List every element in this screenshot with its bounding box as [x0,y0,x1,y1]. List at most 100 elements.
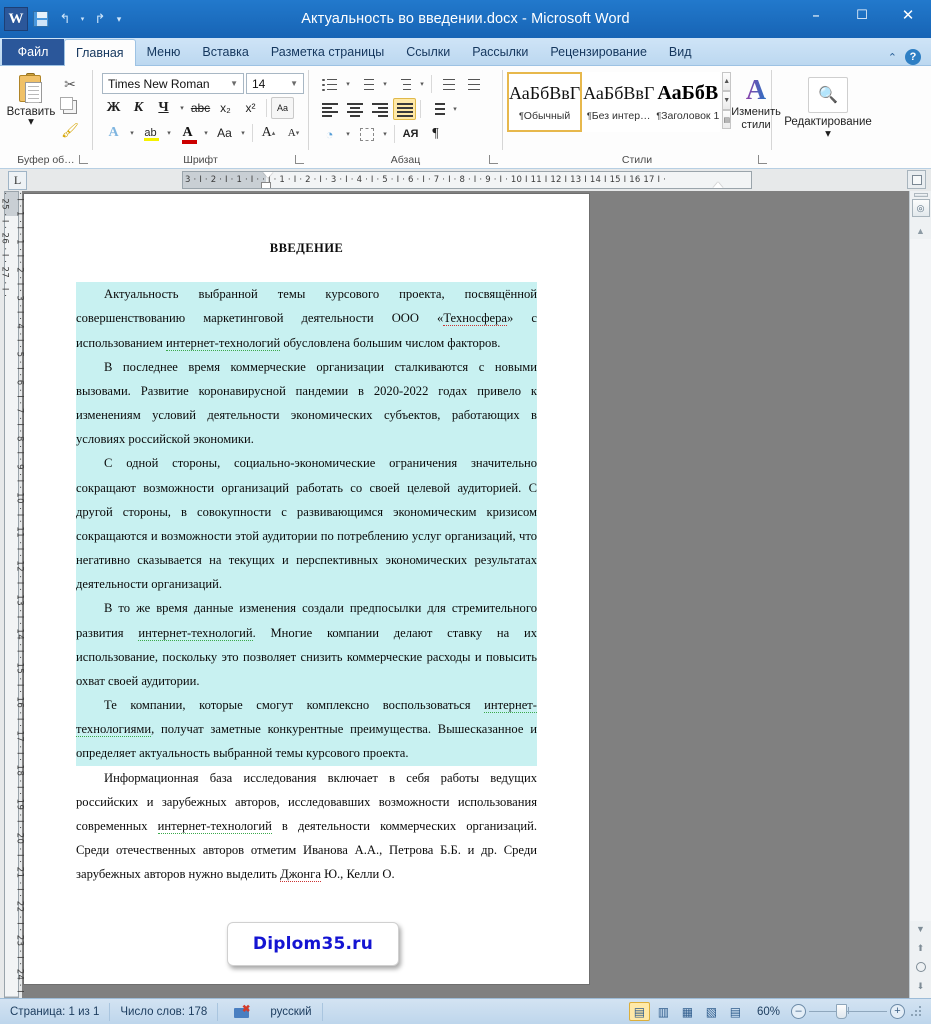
view-outline-button[interactable]: ▧ [701,1002,722,1021]
save-button[interactable] [30,8,52,30]
change-case-button[interactable]: Aa [213,122,236,144]
word-logo-icon[interactable]: W [4,7,28,31]
horizontal-ruler[interactable]: 3 · I · 2 · I · 1 · I · · I · 1 · I · 2 … [182,171,752,189]
shrink-font-button[interactable]: A ▾ [282,122,305,144]
copy-button[interactable] [59,97,81,117]
next-page-icon[interactable]: ⬇ [917,978,925,994]
resize-grip[interactable] [911,1005,923,1018]
find-binoculars-icon[interactable]: 🔍 [808,77,848,113]
tab-home[interactable]: Главная [64,39,136,66]
bold-button[interactable]: Ж [102,97,125,119]
paste-dropdown-icon[interactable]: ▾ [28,116,34,128]
show-ruler-button[interactable] [907,170,926,189]
undo-button[interactable]: ↰ [54,8,76,30]
editing-button[interactable]: 🔍 Редактирование ▾ [777,71,879,140]
previous-page-icon[interactable]: ⬆ [917,940,925,956]
styles-more-icon[interactable]: ▤ [722,110,732,129]
scroll-down-icon[interactable]: ▼ [916,921,925,937]
bullets-button[interactable] [318,73,341,95]
redo-button[interactable]: ↱ [89,8,111,30]
customize-qat-icon[interactable]: ▾ [113,8,125,30]
line-spacing-dropdown-icon[interactable]: ▾ [450,98,460,120]
view-full-screen-reading-button[interactable]: ▥ [653,1002,674,1021]
cut-button[interactable]: ✂ [59,74,81,94]
paste-button[interactable]: Вставить ▾ [5,71,57,128]
document-body[interactable]: ВВЕДЕНИЕ Актуальность выбранной темы кур… [24,194,589,886]
paragraph-dialog-launcher-icon[interactable] [489,155,498,164]
tab-mailings[interactable]: Рассылки [461,39,539,65]
clear-formatting-button[interactable]: Аа [271,97,294,119]
tab-file[interactable]: Файл [2,39,64,65]
show-formatting-marks-button[interactable]: ¶ [424,123,447,145]
scroll-up-icon[interactable]: ▲ [910,223,931,239]
zoom-out-button[interactable]: – [791,1004,806,1019]
underline-button[interactable]: Ч [152,97,175,119]
left-indent-marker[interactable] [261,182,271,188]
tab-view[interactable]: Вид [658,39,703,65]
zoom-in-button[interactable]: + [890,1004,905,1019]
zoom-slider-thumb[interactable] [836,1004,847,1019]
borders-dropdown-icon[interactable]: ▾ [380,123,390,145]
align-center-button[interactable] [343,98,366,120]
style-card-no-spacing[interactable]: АаБбВвГ Без интер… [582,72,656,132]
zoom-slider[interactable] [809,1004,887,1019]
font-size-input[interactable]: 14 ▼ [246,73,304,94]
zoom-level-label[interactable]: 60% [749,1006,788,1018]
tab-stop-selector[interactable]: L [8,170,27,190]
bullets-dropdown-icon[interactable]: ▾ [343,73,353,95]
sort-button[interactable]: AЯ [399,123,422,145]
numbering-dropdown-icon[interactable]: ▾ [380,73,390,95]
tab-page-layout[interactable]: Разметка страницы [260,39,395,65]
text-effects-button[interactable]: A [102,122,125,144]
style-card-normal[interactable]: АаБбВвГ Обычный [507,72,583,132]
line-spacing-button[interactable] [425,98,448,120]
view-print-layout-button[interactable]: ▤ [628,1002,650,1021]
underline-dropdown-icon[interactable]: ▾ [177,97,187,119]
tab-review[interactable]: Рецензирование [539,39,658,65]
vertical-ruler[interactable]: · I · 1 · I · 1 · I · 2 · I · 3 · I · 4 … [0,191,25,998]
increase-indent-button[interactable] [461,73,484,95]
align-left-button[interactable] [318,98,341,120]
font-name-input[interactable]: Times New Roman ▼ [102,73,244,94]
italic-button[interactable]: К [127,97,150,119]
status-language[interactable]: русский [260,1002,323,1021]
status-proofing-button[interactable]: ✖ [218,1003,260,1021]
align-right-button[interactable] [368,98,391,120]
document-page[interactable]: ВВЕДЕНИЕ Актуальность выбранной темы кур… [24,194,589,984]
close-button[interactable]: ✕ [885,0,931,30]
strikethrough-button[interactable]: abc [189,97,212,119]
styles-scroll-up-icon[interactable]: ▲ [722,72,732,91]
shading-button[interactable]: ◔ [318,123,341,145]
status-page-number[interactable]: Страница: 1 из 1 [0,1002,111,1021]
tab-references[interactable]: Ссылки [395,39,461,65]
subscript-button[interactable]: x₂ [214,97,237,119]
split-window-handle[interactable] [913,193,928,197]
view-web-layout-button[interactable]: ▦ [677,1002,698,1021]
numbering-button[interactable] [355,73,378,95]
scrollbar-track[interactable] [910,239,931,921]
styles-dialog-launcher-icon[interactable] [758,155,767,164]
vertical-scrollbar[interactable]: ◎ ▲ ▼ ⬆ ⬇ [909,191,931,998]
clipboard-dialog-launcher-icon[interactable] [79,155,88,164]
shading-dropdown-icon[interactable]: ▾ [343,123,353,145]
font-color-button[interactable]: A [176,122,199,144]
collapse-ribbon-icon[interactable]: ⌃ [888,51,897,64]
multilevel-list-button[interactable] [392,73,415,95]
tab-menu[interactable]: Меню [136,39,192,65]
browse-object-icon[interactable] [915,959,926,975]
superscript-button[interactable]: x² [239,97,262,119]
decrease-indent-button[interactable] [436,73,459,95]
status-word-count[interactable]: Число слов: 178 [110,1002,219,1021]
help-icon[interactable]: ? [905,49,921,65]
change-case-dropdown-icon[interactable]: ▾ [238,122,248,144]
view-draft-button[interactable]: ▤ [725,1002,746,1021]
multilevel-dropdown-icon[interactable]: ▾ [417,73,427,95]
style-card-heading-1[interactable]: АаБбВ Заголовок 1 [655,72,721,132]
font-color-dropdown-icon[interactable]: ▾ [201,122,211,144]
text-effects-dropdown-icon[interactable]: ▾ [127,122,137,144]
highlight-dropdown-icon[interactable]: ▾ [164,122,174,144]
align-justify-button[interactable] [393,98,416,120]
font-dialog-launcher-icon[interactable] [295,155,304,164]
right-indent-marker[interactable] [713,182,723,188]
tab-insert[interactable]: Вставка [191,39,259,65]
